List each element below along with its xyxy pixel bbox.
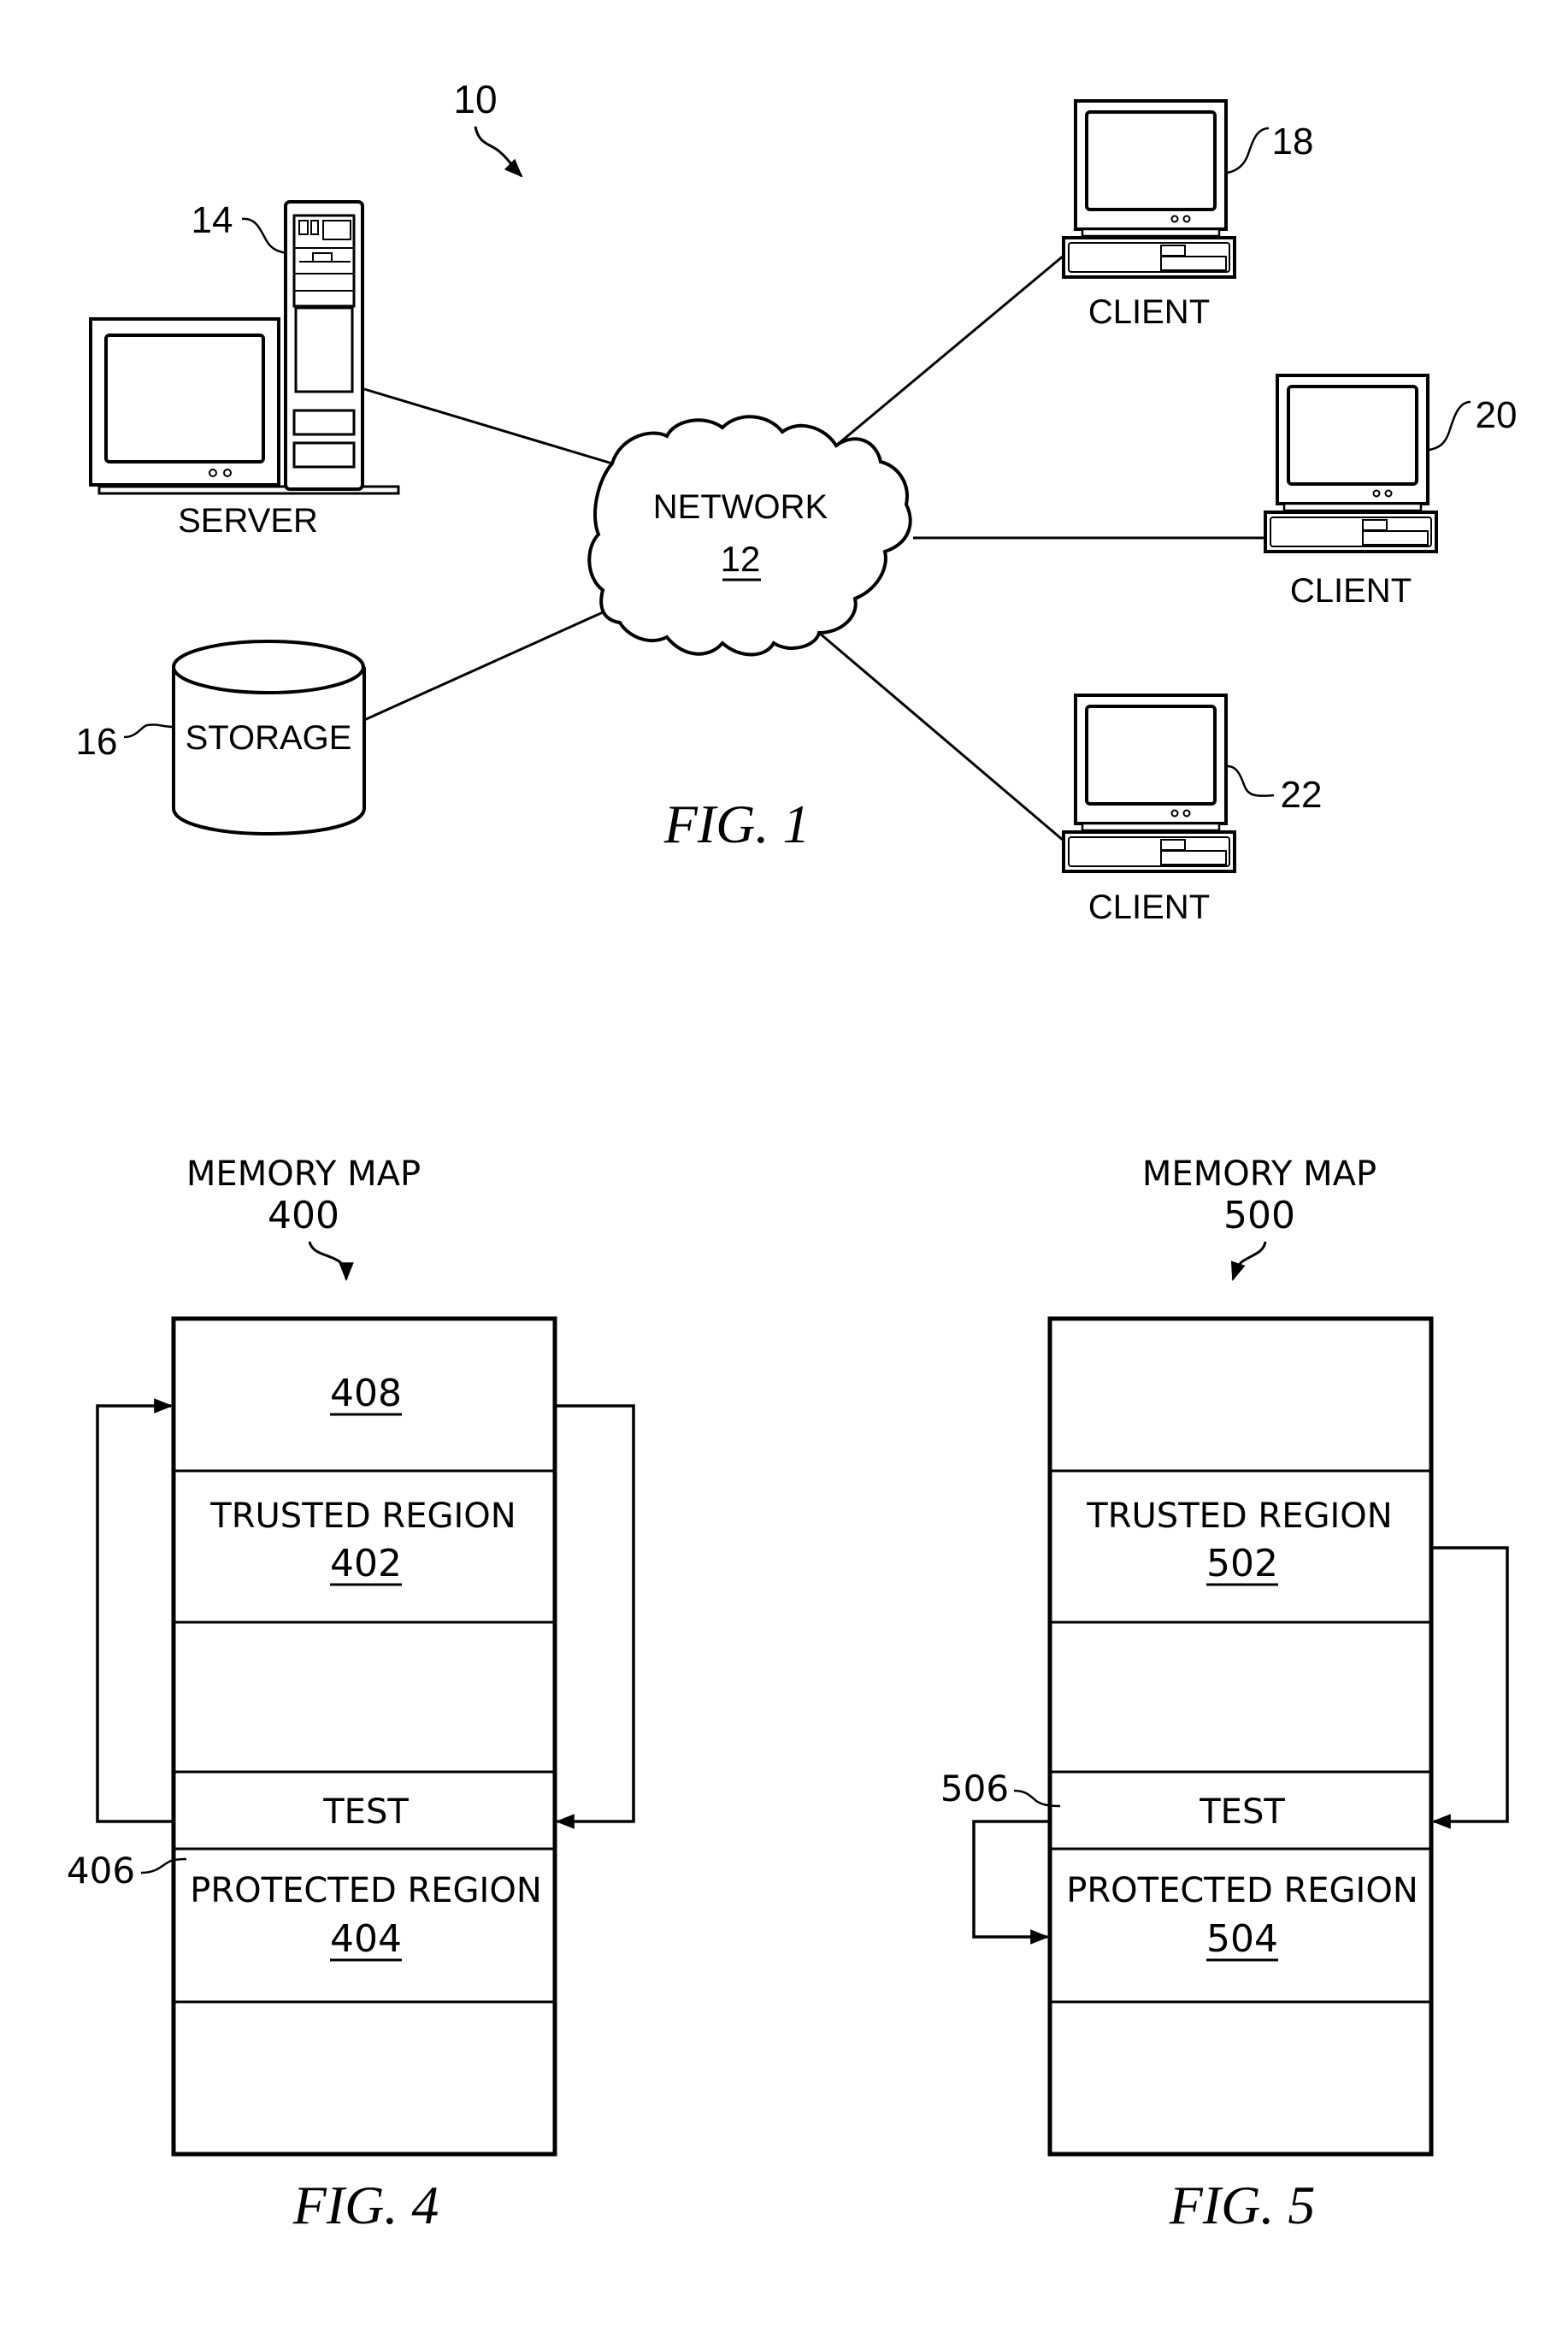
server-node: SERVER 14 — [89, 199, 400, 540]
arrow-502-to-test — [1431, 1546, 1509, 1829]
protected-region-label: PROTECTED REGION — [1066, 1871, 1418, 1910]
client-computer-icon — [1062, 694, 1236, 873]
trusted-region-ref: 502 — [1206, 1542, 1278, 1585]
storage-ref-leader — [123, 723, 174, 739]
arrow-test-to-504 — [972, 1820, 1050, 1945]
memory-map-ref-arrow — [1230, 1241, 1267, 1282]
region-ref-408: 408 — [330, 1372, 402, 1415]
fig1-caption: FIG. 1 — [663, 794, 811, 854]
client-node-20: CLIENT 20 — [1264, 374, 1518, 610]
memory-map-ref: 500 — [1223, 1194, 1295, 1237]
client-ref-label: 20 — [1476, 394, 1518, 436]
fig5-memory-map: MEMORY MAP 500 TRUSTED REGION 502 TEST P… — [940, 1154, 1509, 2235]
client-label: CLIENT — [1088, 293, 1210, 331]
storage-cylinder-icon — [172, 640, 365, 694]
trusted-region-label: TRUSTED REGION — [209, 1497, 516, 1536]
network-ref-label: 12 — [721, 539, 761, 579]
storage-label: STORAGE — [186, 719, 352, 757]
client-ref-label: 22 — [1281, 774, 1323, 816]
test-ref-leader — [1013, 1789, 1061, 1808]
network-label: NETWORK — [653, 488, 828, 526]
test-ref-label: 406 — [67, 1850, 135, 1892]
client-node-22: CLIENT 22 — [1062, 694, 1323, 926]
client-computer-icon — [1062, 99, 1236, 279]
arrow-408-to-test — [555, 1404, 635, 1829]
storage-ref-label: 16 — [76, 721, 118, 763]
client-label: CLIENT — [1088, 888, 1210, 926]
system-ref-label: 10 — [453, 77, 497, 121]
link-server-network — [363, 387, 613, 465]
network-cloud: NETWORK 12 — [587, 415, 912, 657]
client-label: CLIENT — [1290, 572, 1412, 610]
client-ref-leader — [1227, 765, 1275, 797]
server-label: SERVER — [178, 502, 318, 540]
test-region-label: TEST — [322, 1792, 409, 1832]
patent-drawing-sheet: 10 SERVER 14 NETWORK 12 STORAGE 16 CLIEN… — [67, 77, 1518, 2235]
server-ref-label: 14 — [192, 199, 233, 241]
link-network-client18 — [835, 254, 1064, 447]
memory-map-ref: 400 — [268, 1194, 339, 1237]
memory-map-ref-arrow — [308, 1241, 354, 1282]
trusted-region-ref: 402 — [330, 1542, 402, 1585]
system-ref-arrow — [474, 126, 523, 178]
protected-region-ref: 504 — [1206, 1917, 1278, 1961]
memory-map-box — [1047, 1316, 1434, 2157]
trusted-region-label: TRUSTED REGION — [1086, 1497, 1392, 1536]
protected-region-label: PROTECTED REGION — [190, 1871, 542, 1910]
protected-region-ref: 404 — [330, 1917, 402, 1961]
client-ref-leader — [1227, 127, 1270, 174]
memory-map-box — [171, 1316, 557, 2157]
fig5-caption: FIG. 5 — [1169, 2175, 1316, 2235]
memory-map-title: MEMORY MAP — [1142, 1154, 1376, 1194]
link-storage-network — [363, 607, 611, 722]
fig4-caption: FIG. 4 — [292, 2175, 439, 2235]
server-ref-leader — [241, 217, 286, 255]
test-ref-label: 506 — [940, 1768, 1009, 1809]
client-node-18: CLIENT 18 — [1062, 99, 1314, 331]
fig4-memory-map: MEMORY MAP 400 408 TRUSTED REGION 402 TE… — [67, 1154, 635, 2235]
arrow-test-to-408 — [96, 1398, 174, 1823]
client-computer-icon — [1264, 374, 1438, 553]
storage-node: STORAGE 16 — [76, 640, 366, 835]
client-ref-leader — [1429, 400, 1471, 452]
server-tower-icon — [284, 200, 364, 491]
memory-map-title: MEMORY MAP — [186, 1154, 421, 1194]
fig1-diagram: 10 SERVER 14 NETWORK 12 STORAGE 16 CLIEN… — [76, 77, 1518, 926]
client-ref-label: 18 — [1272, 121, 1314, 162]
test-region-label: TEST — [1199, 1792, 1285, 1832]
test-ref-leader — [140, 1857, 187, 1874]
link-network-client22 — [818, 631, 1064, 842]
